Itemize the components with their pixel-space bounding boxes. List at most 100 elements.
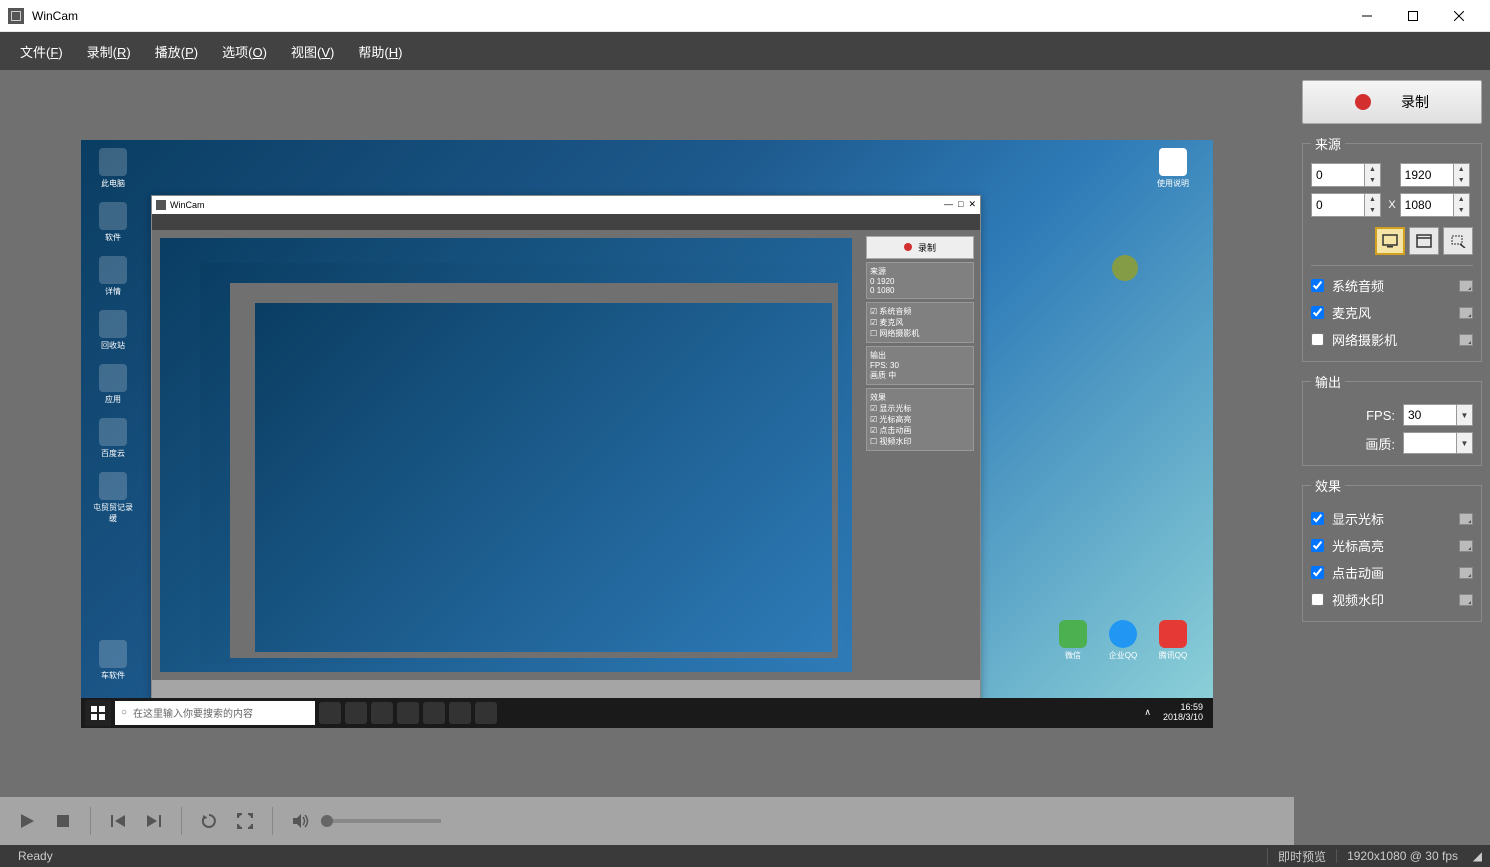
- taskbar-app-icon: [397, 702, 419, 724]
- desktop-icon: 回收站: [93, 310, 133, 351]
- source-y-spinner[interactable]: ▲▼: [1311, 193, 1384, 217]
- source-y-input[interactable]: [1311, 193, 1365, 217]
- quality-value: 中: [1403, 432, 1457, 454]
- title-bar: WinCam: [0, 0, 1490, 32]
- cursor-highlight: [1112, 255, 1138, 281]
- video-watermark-options-icon[interactable]: [1459, 594, 1473, 606]
- spin-down-icon[interactable]: ▼: [1365, 175, 1380, 186]
- fullscreen-region-button[interactable]: [1375, 227, 1405, 255]
- minimize-button[interactable]: [1344, 0, 1390, 32]
- effects-legend: 效果: [1311, 476, 1345, 495]
- status-preview: 即时预览: [1267, 848, 1336, 865]
- desktop-icon: 此电脑: [93, 148, 133, 189]
- webcam-options-icon[interactable]: [1459, 334, 1473, 346]
- loop-button[interactable]: [194, 806, 224, 836]
- nested-titlebar: WinCam— □ ✕: [152, 196, 980, 214]
- taskbar-search: ○ 在这里输入你要搜索的内容: [115, 701, 315, 725]
- menu-view[interactable]: 视图(V): [281, 36, 344, 67]
- nested-sidepanel: 录制 来源 0 1920 0 1080 ☑ 系统音频☑ 麦克风☐ 网络摄影机 输…: [860, 230, 980, 680]
- spin-up-icon[interactable]: ▲: [1454, 194, 1469, 205]
- preview-canvas: 此电脑 软件 详情 回收站 应用 百度云 屯贸贸记录缓 车软件 使用说明 腾讯Q…: [0, 70, 1294, 797]
- video-watermark-label: 视频水印: [1332, 590, 1384, 609]
- source-h-spinner[interactable]: ▲▼: [1400, 193, 1473, 217]
- play-button[interactable]: [12, 806, 42, 836]
- menu-play[interactable]: 播放(P): [145, 36, 208, 67]
- system-audio-label: 系统音频: [1332, 276, 1384, 295]
- desktop-icon: 企业QQ: [1103, 620, 1143, 661]
- spin-down-icon[interactable]: ▼: [1454, 175, 1469, 186]
- nested-preview: [160, 238, 852, 672]
- microphone-options-icon[interactable]: [1459, 307, 1473, 319]
- quality-label: 画质:: [1365, 434, 1395, 453]
- spin-down-icon[interactable]: ▼: [1365, 205, 1380, 216]
- taskbar-app-icon: [475, 702, 497, 724]
- volume-button[interactable]: [285, 806, 315, 836]
- click-animation-options-icon[interactable]: [1459, 567, 1473, 579]
- source-group: 来源 ▲▼ X ▲▼ ▲▼ X ▲▼ 系统音频 麦克风 网络摄影机: [1302, 134, 1482, 362]
- desktop-icon: 屯贸贸记录缓: [93, 472, 133, 524]
- source-legend: 来源: [1311, 134, 1345, 153]
- quality-combo[interactable]: 中▼: [1403, 432, 1473, 454]
- webcam-label: 网络摄影机: [1332, 330, 1397, 349]
- menu-file[interactable]: 文件(F): [10, 36, 73, 67]
- system-audio-options-icon[interactable]: [1459, 280, 1473, 292]
- fps-label: FPS:: [1366, 408, 1395, 423]
- close-button[interactable]: [1436, 0, 1482, 32]
- webcam-checkbox[interactable]: [1311, 333, 1324, 346]
- dropdown-icon[interactable]: ▼: [1457, 404, 1473, 426]
- fps-combo[interactable]: ▼: [1403, 404, 1473, 426]
- show-cursor-checkbox[interactable]: [1311, 512, 1324, 525]
- spin-up-icon[interactable]: ▲: [1454, 164, 1469, 175]
- status-bar: Ready 即时预览 1920x1080 @ 30 fps ◢: [0, 845, 1490, 867]
- record-button[interactable]: 录制: [1302, 80, 1482, 124]
- click-animation-checkbox[interactable]: [1311, 566, 1324, 579]
- microphone-checkbox[interactable]: [1311, 306, 1324, 319]
- taskbar-app-icon: [371, 702, 393, 724]
- source-w-input[interactable]: [1400, 163, 1454, 187]
- cursor-highlight-label: 光标高亮: [1332, 536, 1384, 555]
- preview-area: 此电脑 软件 详情 回收站 应用 百度云 屯贸贸记录缓 车软件 使用说明 腾讯Q…: [0, 70, 1294, 845]
- volume-slider[interactable]: [321, 819, 441, 823]
- stop-button[interactable]: [48, 806, 78, 836]
- fps-value[interactable]: [1403, 404, 1457, 426]
- source-h-input[interactable]: [1400, 193, 1454, 217]
- desktop-icon: 应用: [93, 364, 133, 405]
- desktop-icon: 微信: [1053, 620, 1093, 661]
- cursor-highlight-checkbox[interactable]: [1311, 539, 1324, 552]
- taskbar-app-icon: [449, 702, 471, 724]
- spin-up-icon[interactable]: ▲: [1365, 194, 1380, 205]
- custom-region-button[interactable]: [1443, 227, 1473, 255]
- cursor-highlight-options-icon[interactable]: [1459, 540, 1473, 552]
- system-tray: ∧ 16:592018/3/10: [1144, 703, 1209, 723]
- show-cursor-label: 显示光标: [1332, 509, 1384, 528]
- start-button: [85, 700, 111, 726]
- video-watermark-checkbox[interactable]: [1311, 593, 1324, 606]
- menu-options[interactable]: 选项(O): [212, 36, 277, 67]
- desktop-icon: 软件: [93, 202, 133, 243]
- show-cursor-options-icon[interactable]: [1459, 513, 1473, 525]
- fullscreen-button[interactable]: [230, 806, 260, 836]
- menu-record[interactable]: 录制(R): [77, 36, 141, 67]
- window-region-button[interactable]: [1409, 227, 1439, 255]
- resize-grip-icon[interactable]: ◢: [1468, 849, 1482, 863]
- dropdown-icon[interactable]: ▼: [1457, 432, 1473, 454]
- side-panel: 录制 来源 ▲▼ X ▲▼ ▲▼ X ▲▼ 系统音频 麦克风 网络摄影机: [1294, 70, 1490, 845]
- playback-toolbar: [0, 797, 1294, 845]
- prev-frame-button[interactable]: [103, 806, 133, 836]
- source-x-input[interactable]: [1311, 163, 1365, 187]
- system-audio-checkbox[interactable]: [1311, 279, 1324, 292]
- captured-desktop: 此电脑 软件 详情 回收站 应用 百度云 屯贸贸记录缓 车软件 使用说明 腾讯Q…: [81, 140, 1213, 728]
- output-legend: 输出: [1311, 372, 1345, 391]
- effects-group: 效果 显示光标 光标高亮 点击动画 视频水印: [1302, 476, 1482, 622]
- menu-help[interactable]: 帮助(H): [348, 36, 412, 67]
- window-title: WinCam: [32, 9, 78, 23]
- spin-up-icon[interactable]: ▲: [1365, 164, 1380, 175]
- spin-down-icon[interactable]: ▼: [1454, 205, 1469, 216]
- desktop-icon: 百度云: [93, 418, 133, 459]
- next-frame-button[interactable]: [139, 806, 169, 836]
- source-x-spinner[interactable]: ▲▼: [1311, 163, 1384, 187]
- maximize-button[interactable]: [1390, 0, 1436, 32]
- click-animation-label: 点击动画: [1332, 563, 1384, 582]
- source-w-spinner[interactable]: ▲▼: [1400, 163, 1473, 187]
- status-resolution: 1920x1080 @ 30 fps: [1336, 849, 1468, 863]
